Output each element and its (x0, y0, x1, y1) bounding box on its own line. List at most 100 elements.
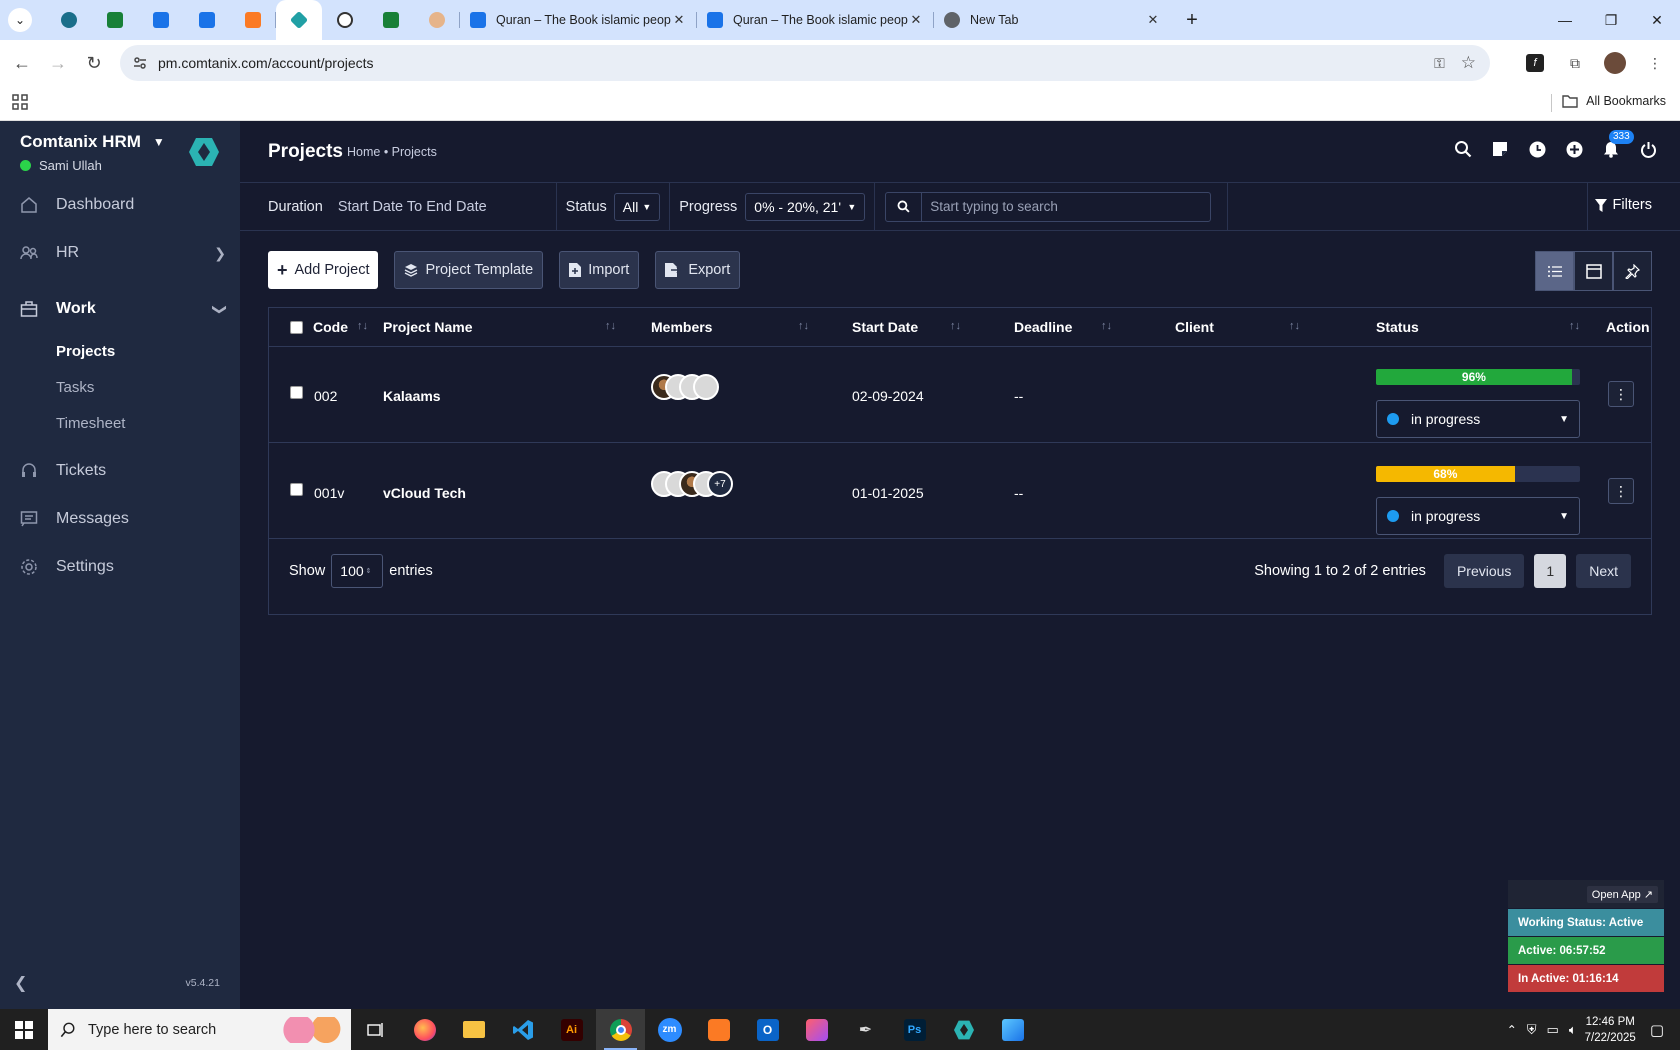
sidebar-item-settings[interactable]: Settings (0, 543, 240, 591)
pinned-tab[interactable] (46, 0, 92, 40)
chevron-up-icon[interactable]: ⌃ (1507, 1023, 1517, 1037)
export-button[interactable]: Export (655, 251, 741, 289)
collapse-sidebar-icon[interactable]: ❮ (14, 973, 27, 993)
close-tab-icon[interactable]: ✕ (908, 12, 924, 28)
page-button[interactable]: 1 (1534, 554, 1567, 588)
pinned-tab[interactable] (184, 0, 230, 40)
tab-quran-1[interactable]: Quran – The Book islamic peopl ✕ (460, 0, 697, 40)
password-key-icon[interactable]: ⚿ (1434, 55, 1445, 72)
avatar[interactable] (693, 374, 719, 400)
pinned-tab[interactable] (368, 0, 414, 40)
row-actions-kebab-icon[interactable]: ⋮ (1608, 381, 1634, 407)
duration-input[interactable]: Start Date To End Date (338, 199, 487, 215)
taskbar-search[interactable]: Type here to search (48, 1009, 351, 1050)
filters-button[interactable]: Filters (1594, 197, 1652, 213)
vscode-icon[interactable] (498, 1009, 547, 1050)
previous-button[interactable]: Previous (1443, 554, 1525, 588)
bell-icon[interactable]: 333 (1601, 130, 1634, 159)
sort-icon[interactable]: ↑↓ (1289, 320, 1300, 332)
back-icon[interactable]: ← (4, 45, 40, 81)
bookmark-star-icon[interactable]: ☆ (1461, 53, 1476, 73)
sort-icon[interactable]: ↑↓ (798, 320, 809, 332)
status-select[interactable]: All ▼ (613, 192, 661, 221)
minimize-icon[interactable]: — (1542, 0, 1588, 40)
close-window-icon[interactable]: ✕ (1634, 0, 1680, 40)
entries-select[interactable]: 100 ⇕ (331, 554, 384, 588)
more-members-badge[interactable]: +7 (707, 471, 733, 497)
close-tab-icon[interactable]: ✕ (1145, 12, 1161, 28)
xampp-icon[interactable] (694, 1009, 743, 1050)
project-template-button[interactable]: Project Template (394, 251, 544, 289)
sidebar-item-work[interactable]: Work ❯ (0, 285, 240, 333)
tab-new-tab[interactable]: New Tab ✕ (934, 0, 1171, 40)
pen-tool-icon[interactable]: ✒ (841, 1009, 890, 1050)
pinned-tab[interactable] (322, 0, 368, 40)
menu-kebab-icon[interactable]: ⋮ (1638, 45, 1672, 81)
sort-icon[interactable]: ↑↓ (950, 320, 961, 332)
open-app-button[interactable]: Open App ↗ (1586, 885, 1658, 903)
chrome-icon[interactable] (596, 1009, 645, 1050)
next-button[interactable]: Next (1576, 554, 1631, 588)
pinned-tab[interactable] (230, 0, 276, 40)
sidebar-item-hr[interactable]: HR ❯ (0, 229, 240, 277)
sidebar-subitem-tasks[interactable]: Tasks (0, 369, 240, 405)
member-avatars[interactable]: +7 (651, 471, 733, 497)
sidebar-subitem-timesheet[interactable]: Timesheet (0, 405, 240, 441)
forward-icon[interactable]: → (40, 45, 76, 81)
import-button[interactable]: Import (559, 251, 640, 289)
photoshop-icon[interactable]: Ps (890, 1009, 939, 1050)
column-header-members[interactable]: Members (651, 308, 712, 346)
security-icon[interactable]: ⛨ (1527, 1022, 1537, 1038)
site-info-icon[interactable] (132, 55, 148, 71)
select-all-checkbox[interactable] (290, 308, 303, 346)
row-checkbox[interactable] (290, 386, 303, 399)
column-header-code[interactable]: Code (313, 308, 348, 346)
pinned-tab[interactable] (92, 0, 138, 40)
search-icon[interactable] (1453, 139, 1473, 159)
column-header-start-date[interactable]: Start Date (852, 308, 918, 346)
calendar-view-icon[interactable] (1574, 251, 1613, 291)
network-icon[interactable]: ▭ (1547, 1022, 1559, 1038)
notification-center-icon[interactable]: ▢ (1650, 1021, 1664, 1039)
sort-icon[interactable]: ↑↓ (357, 320, 368, 332)
extensions-puzzle-icon[interactable]: ⧉ (1558, 45, 1592, 81)
tab-quran-2[interactable]: Quran – The Book islamic peopl ✕ (697, 0, 934, 40)
add-circle-icon[interactable] (1564, 139, 1584, 159)
pinned-tab[interactable] (138, 0, 184, 40)
zoom-icon[interactable]: zm (645, 1009, 694, 1050)
sidebar-item-messages[interactable]: Messages (0, 495, 240, 543)
progress-select[interactable]: 0% - 20%, 21' ▼ (745, 192, 866, 221)
new-tab-plus-icon[interactable]: + (1177, 5, 1207, 35)
status-select[interactable]: in progress ▼ (1376, 400, 1580, 438)
sidebar-item-dashboard[interactable]: Dashboard (0, 181, 240, 229)
pin-view-icon[interactable] (1613, 251, 1652, 291)
column-header-deadline[interactable]: Deadline (1014, 308, 1072, 346)
tab-search-chevron-icon[interactable]: ⌄ (8, 8, 32, 32)
project-name[interactable]: vCloud Tech (383, 485, 466, 501)
reload-icon[interactable]: ↻ (76, 45, 112, 81)
restore-icon[interactable]: ❐ (1588, 0, 1634, 40)
extension-f-icon[interactable]: f (1518, 45, 1552, 81)
sidebar-item-tickets[interactable]: Tickets (0, 447, 240, 495)
company-switcher[interactable]: Comtanix HRM ▼ (20, 132, 165, 152)
firefox-icon[interactable] (400, 1009, 449, 1050)
photos-icon[interactable] (988, 1009, 1037, 1050)
add-project-button[interactable]: + Add Project (268, 251, 379, 289)
column-header-client[interactable]: Client (1175, 308, 1214, 346)
sidebar-subitem-projects[interactable]: Projects (0, 333, 240, 369)
task-view-icon[interactable] (351, 1009, 400, 1050)
close-tab-icon[interactable]: ✕ (671, 12, 687, 28)
sort-icon[interactable]: ↑↓ (1569, 320, 1580, 332)
address-bar[interactable]: pm.comtanix.com/account/projects ⚿ ☆ (120, 45, 1490, 81)
outlook-icon[interactable]: O (743, 1009, 792, 1050)
pinned-tab[interactable] (414, 0, 460, 40)
clock[interactable]: 12:46 PM 7/22/2025 (1585, 1014, 1636, 1046)
sort-icon[interactable]: ↑↓ (1101, 320, 1112, 332)
search-input[interactable] (922, 192, 1211, 221)
creative-cloud-icon[interactable] (792, 1009, 841, 1050)
column-header-status[interactable]: Status (1376, 308, 1419, 346)
illustrator-icon[interactable]: Ai (547, 1009, 596, 1050)
sort-icon[interactable]: ↑↓ (605, 320, 616, 332)
windows-start-icon[interactable] (0, 1009, 48, 1050)
status-select[interactable]: in progress ▼ (1376, 497, 1580, 535)
